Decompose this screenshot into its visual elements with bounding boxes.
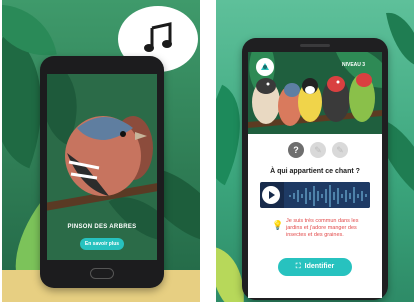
feather-icon: ✎ (314, 145, 322, 155)
bird-name: PINSON DES ARBRES (67, 224, 137, 230)
hint-text: Je suis très commun dans les jardins et … (286, 218, 359, 238)
scene: NIVEAU 3 (248, 52, 382, 134)
identify-label: Identifier (304, 263, 335, 270)
phone-screen: NIVEAU 3 ? ✎ ✎ À qui appartient ce chant… (248, 52, 382, 298)
answer-option-2[interactable]: ✎ (310, 142, 326, 158)
identify-button[interactable]: ⛶ Identifier (278, 258, 352, 276)
question-title: À qui appartient ce chant ? (270, 168, 360, 175)
screenshot-right: NIVEAU 3 ? ✎ ✎ À qui appartient ce chant… (216, 0, 414, 302)
bird-logo-icon (261, 63, 269, 70)
answer-option-3[interactable]: ✎ (332, 142, 348, 158)
background-leaf (386, 7, 414, 73)
feather-icon: ✎ (336, 145, 344, 155)
app-logo[interactable] (256, 58, 274, 76)
question-mark-icon: ? (293, 145, 299, 155)
speaker (300, 44, 330, 47)
play-button[interactable] (262, 186, 280, 204)
phone-screen: PINSON DES ARBRES En savoir plus (47, 74, 157, 260)
audio-player (260, 182, 370, 208)
phone-frame: NIVEAU 3 ? ✎ ✎ À qui appartient ce chant… (242, 38, 388, 300)
play-icon (269, 191, 275, 199)
music-note-icon (144, 22, 172, 52)
waveform (284, 182, 370, 208)
home-button[interactable] (90, 268, 114, 279)
lightbulb-icon: 💡 (272, 220, 284, 230)
screenshot-left: PINSON DES ARBRES En savoir plus (2, 0, 200, 302)
scan-icon: ⛶ (295, 263, 301, 270)
chaffinch-illustration (65, 116, 153, 196)
level-label: NIVEAU 3 (342, 62, 366, 68)
phone-frame: PINSON DES ARBRES En savoir plus (40, 56, 164, 288)
more-info-button[interactable]: En savoir plus (80, 238, 124, 250)
answer-option-1[interactable]: ? (288, 142, 304, 158)
